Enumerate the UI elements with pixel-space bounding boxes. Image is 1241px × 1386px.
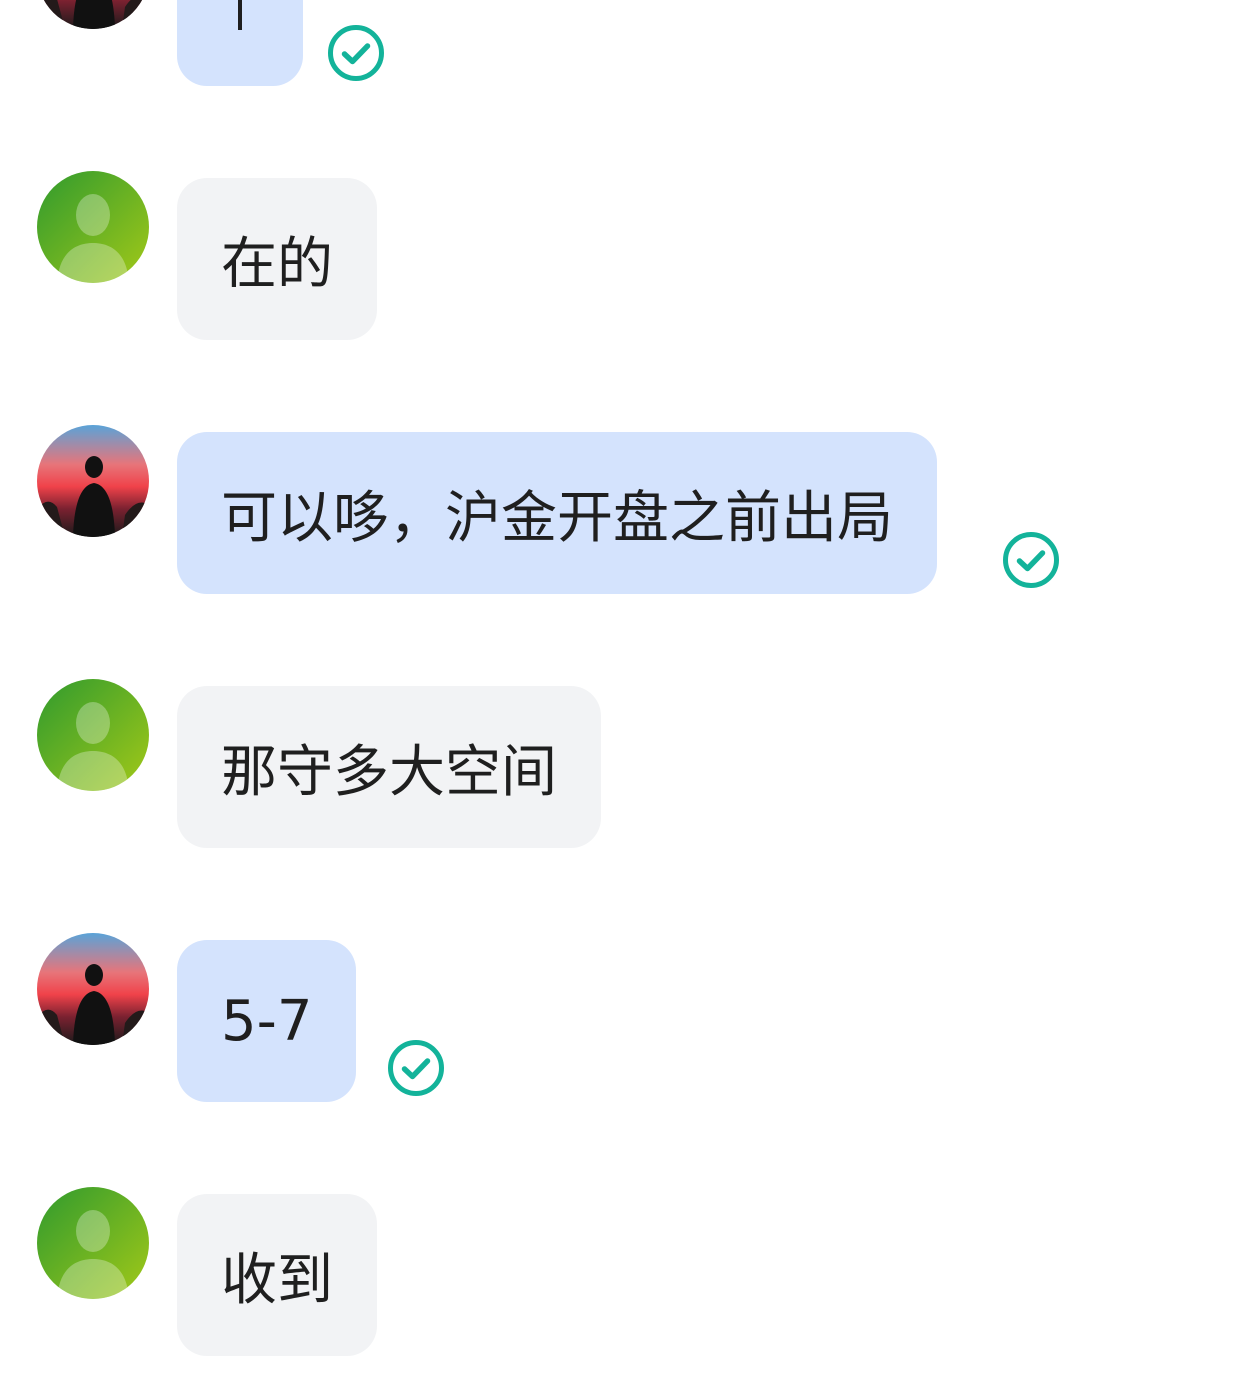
- default-green-avatar[interactable]: [37, 679, 149, 791]
- message-text: 可以哆，沪金开盘之前出局: [221, 485, 893, 551]
- bubble-text-fragment: [238, 0, 242, 30]
- read-check-icon: [1001, 530, 1061, 590]
- read-check-icon: [326, 23, 386, 83]
- sunset-silhouette-avatar[interactable]: [37, 0, 149, 29]
- message-text: 那守多大空间: [221, 739, 557, 805]
- sunset-silhouette-avatar[interactable]: [37, 425, 149, 537]
- sunset-silhouette-avatar[interactable]: [37, 933, 149, 1045]
- message-text: 收到: [221, 1247, 333, 1313]
- read-check-icon: [386, 1038, 446, 1098]
- default-green-avatar[interactable]: [37, 171, 149, 283]
- message-bubble-sent[interactable]: 可以哆，沪金开盘之前出局: [177, 432, 937, 594]
- default-green-avatar[interactable]: [37, 1187, 149, 1299]
- message-text: 在的: [221, 231, 333, 297]
- message-bubble-sent[interactable]: [177, 0, 303, 86]
- message-bubble-received[interactable]: 收到: [177, 1194, 377, 1356]
- message-bubble-received[interactable]: 在的: [177, 178, 377, 340]
- message-bubble-sent[interactable]: 5-7: [177, 940, 357, 1102]
- message-text: 5-7: [221, 988, 313, 1054]
- message-bubble-received[interactable]: 那守多大空间: [177, 686, 601, 848]
